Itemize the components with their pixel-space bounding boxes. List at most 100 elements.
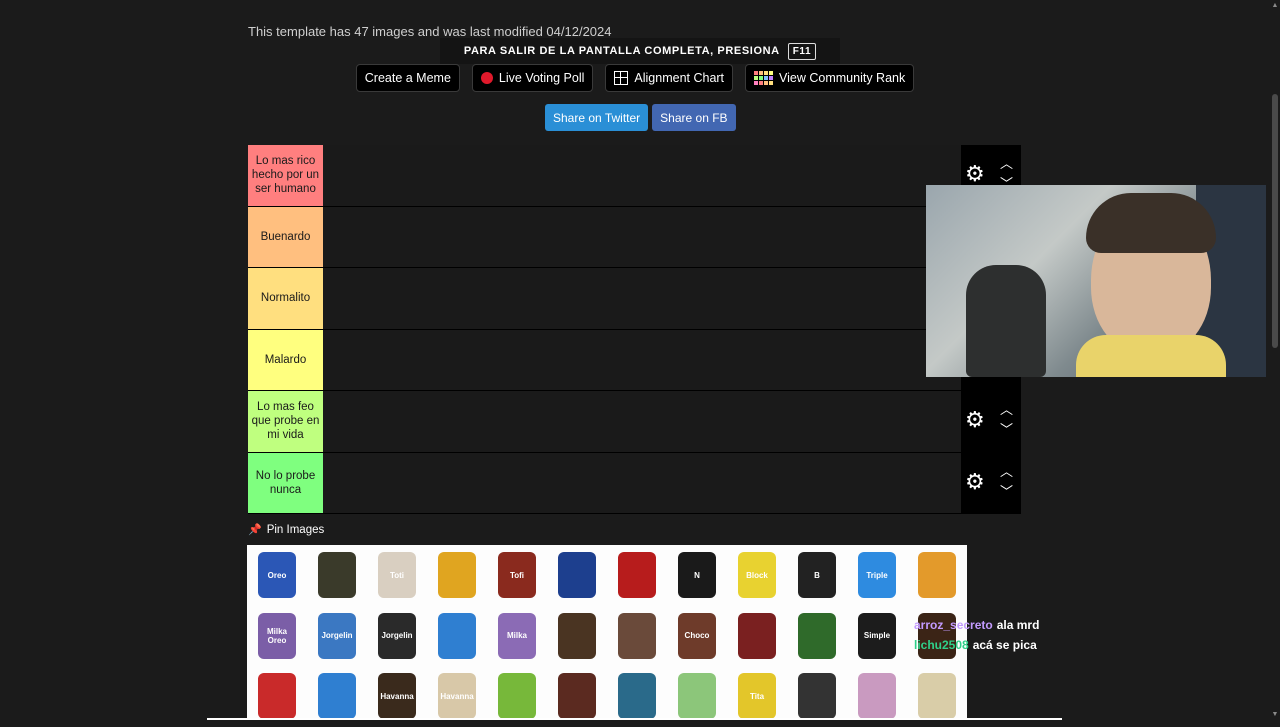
pin-icon: 📌	[248, 524, 262, 536]
scroll-up-arrow-icon[interactable]: ▲	[1270, 2, 1280, 9]
tier-label[interactable]: Malardo	[248, 329, 323, 390]
tier-label[interactable]: No lo probe nunca	[248, 452, 323, 513]
scroll-down-arrow-icon[interactable]: ▼	[1270, 711, 1280, 718]
pool-image-item[interactable]	[427, 545, 487, 606]
tier-drop-zone[interactable]	[323, 391, 961, 452]
snack-package-image	[918, 552, 956, 599]
tier-label[interactable]: Lo mas feo que probe en mi vida	[248, 391, 323, 452]
snack-package-image	[438, 612, 476, 659]
snack-package-image	[558, 673, 596, 720]
snack-package-image	[798, 673, 836, 720]
webcam-person-hair	[1086, 193, 1216, 253]
page-scrollbar[interactable]: ▲ ▼	[1270, 0, 1280, 720]
snack-package-image	[738, 612, 776, 659]
chat-message: arroz_secreto ala mrd	[914, 615, 1039, 635]
snack-package-image	[558, 552, 596, 599]
share-twitter-button[interactable]: Share on Twitter	[545, 104, 649, 131]
pool-image-item[interactable]: Toti	[367, 545, 427, 606]
pool-image-item[interactable]: Triple	[847, 545, 907, 606]
chat-username: lichu2508	[914, 638, 969, 652]
chevron-down-icon[interactable]: ﹀	[1000, 485, 1013, 498]
tier-label[interactable]: Normalito	[248, 268, 323, 329]
view-community-rank-button[interactable]: View Community Rank	[745, 64, 915, 92]
pool-image-item[interactable]: Block	[727, 545, 787, 606]
tier-row: Normalito ⚙ ︿ ﹀	[248, 268, 1021, 330]
chat-text: ala mrd	[996, 618, 1040, 632]
tier-row: Lo mas rico hecho por un ser humano ⚙ ︿ …	[248, 145, 1021, 207]
tier-label[interactable]: Lo mas rico hecho por un ser humano	[248, 145, 323, 206]
pool-image-item[interactable]: Simple	[847, 606, 907, 667]
pool-image-item[interactable]	[727, 606, 787, 667]
chevron-up-icon[interactable]: ︿	[1000, 465, 1013, 478]
snack-package-image	[618, 552, 656, 599]
pool-image-item[interactable]: Tofi	[487, 545, 547, 606]
webcam-person-shirt	[1076, 335, 1226, 377]
snack-package-image: Oreo	[258, 552, 296, 599]
fullscreen-notice-text: Para salir de la pantalla completa, pres…	[463, 45, 780, 57]
tier-drop-zone[interactable]	[323, 206, 961, 267]
toolbar: Create a Meme Live Voting Poll Alignment…	[0, 64, 1270, 92]
scrollbar-thumb[interactable]	[1272, 94, 1278, 348]
create-meme-button[interactable]: Create a Meme	[355, 64, 460, 92]
live-voting-poll-button[interactable]: Live Voting Poll	[471, 64, 594, 92]
pool-image-item[interactable]: Milka	[487, 606, 547, 667]
chevron-up-icon[interactable]: ︿	[1000, 157, 1013, 170]
live-voting-poll-label: Live Voting Poll	[498, 71, 585, 85]
share-buttons: Share on Twitter Share on FB	[545, 104, 736, 131]
fullscreen-notice: Para salir de la pantalla completa, pres…	[440, 38, 840, 64]
pool-image-item[interactable]	[907, 545, 967, 606]
gear-icon[interactable]: ⚙	[965, 409, 985, 431]
pool-image-item[interactable]: Oreo	[247, 545, 307, 606]
pool-image-item[interactable]	[607, 545, 667, 606]
gear-icon[interactable]: ⚙	[965, 163, 985, 185]
tier-drop-zone[interactable]	[323, 329, 961, 390]
share-facebook-button[interactable]: Share on FB	[652, 104, 736, 131]
pool-image-item[interactable]	[547, 606, 607, 667]
snack-package-image	[618, 612, 656, 659]
grid-icon	[614, 71, 629, 85]
snack-package-image	[858, 673, 896, 720]
tier-drop-zone[interactable]	[323, 268, 961, 329]
snack-package-image: Jorgelin	[318, 612, 356, 659]
alignment-chart-button[interactable]: Alignment Chart	[605, 64, 734, 92]
pool-image-item[interactable]	[787, 606, 847, 667]
snack-package-image: B	[798, 552, 836, 599]
snack-package-image	[318, 673, 356, 720]
snack-package-image	[258, 673, 296, 720]
pool-image-item[interactable]: Milka Oreo	[247, 606, 307, 667]
chevron-down-icon[interactable]: ﹀	[1000, 423, 1013, 436]
snack-package-image: Tita	[738, 673, 776, 720]
tier-row: No lo probe nunca ⚙ ︿ ﹀	[248, 452, 1021, 514]
template-info-text: This template has 47 images and was last…	[248, 24, 612, 39]
pool-image-item[interactable]	[307, 545, 367, 606]
gear-icon[interactable]: ⚙	[965, 470, 985, 493]
pin-images-label: Pin Images	[266, 523, 325, 536]
chevron-up-icon[interactable]: ︿	[1000, 403, 1013, 416]
snack-package-image: Block	[738, 552, 776, 599]
stream-chat-overlay: arroz_secreto ala mrd lichu2508 acá se pic…	[914, 615, 1039, 655]
pin-images-toggle[interactable]: 📌 Pin Images	[248, 523, 325, 537]
snack-package-image: Toti	[378, 552, 416, 599]
snack-package-image: Tofi	[498, 552, 536, 599]
pool-image-item[interactable]: B	[787, 545, 847, 606]
snack-package-image: Milka	[498, 612, 536, 659]
webcam-backpack	[966, 265, 1046, 377]
image-pool: Oreo Toti Tofi N Block B Triple Milka Oreo Jorge…	[247, 545, 967, 720]
webcam-overlay	[926, 185, 1266, 377]
chat-username: arroz_secreto	[914, 618, 993, 632]
tier-label[interactable]: Buenardo	[248, 206, 323, 267]
pool-image-item[interactable]: Jorgelin	[367, 606, 427, 667]
pool-image-item[interactable]: N	[667, 545, 727, 606]
pool-image-item[interactable]: Choco	[667, 606, 727, 667]
pool-image-item[interactable]	[547, 545, 607, 606]
tier-drop-zone[interactable]	[323, 452, 961, 513]
snack-package-image	[678, 673, 716, 720]
pool-image-item[interactable]	[607, 606, 667, 667]
tier-drop-zone[interactable]	[323, 145, 961, 206]
snack-package-image	[498, 673, 536, 720]
snack-package-image	[318, 552, 356, 599]
snack-package-image	[918, 673, 956, 720]
pool-image-item[interactable]	[427, 606, 487, 667]
view-community-rank-label: View Community Rank	[779, 71, 906, 85]
pool-image-item[interactable]: Jorgelin	[307, 606, 367, 667]
